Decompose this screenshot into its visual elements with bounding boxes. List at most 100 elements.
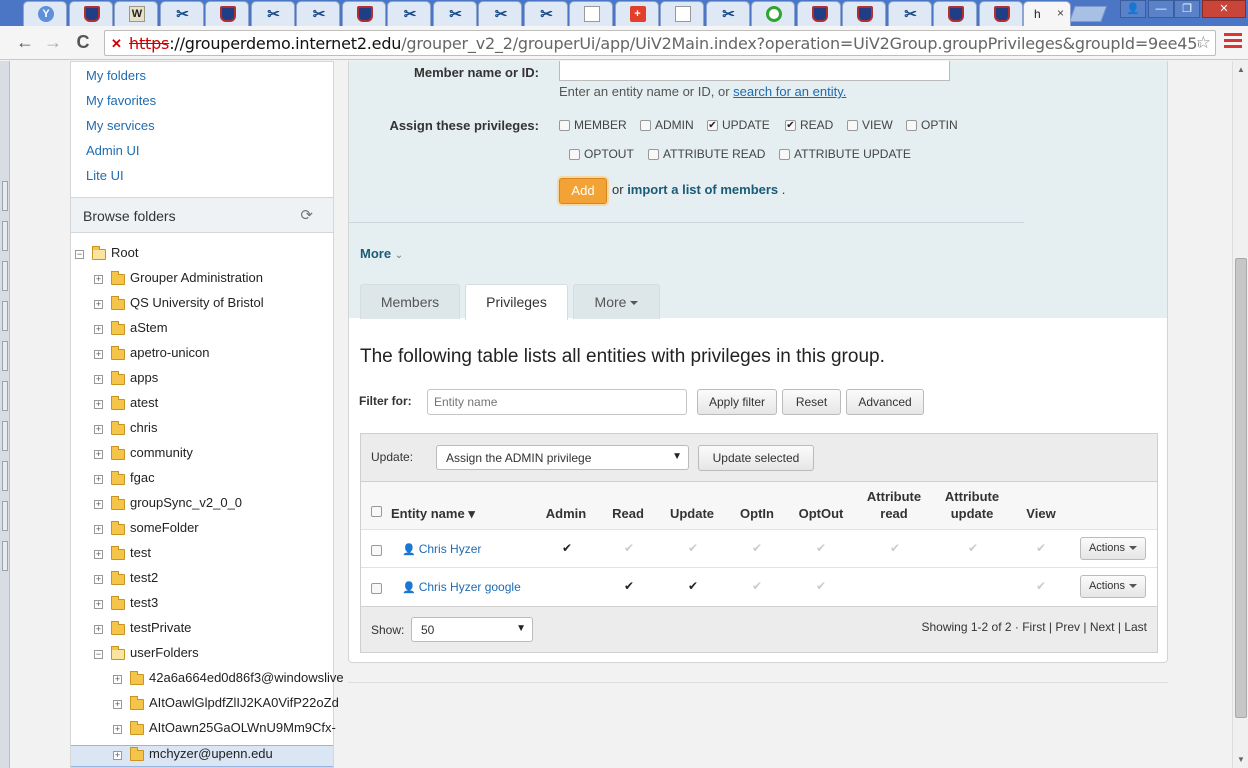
privilege-checkbox-view[interactable]: [847, 120, 858, 131]
scrollbar-thumb[interactable]: [1235, 258, 1247, 718]
tree-node-label[interactable]: atest: [130, 395, 158, 410]
expand-icon[interactable]: +: [94, 325, 103, 334]
actions-button[interactable]: Actions: [1080, 537, 1146, 560]
url-text[interactable]: https://grouperdemo.internet2.edu/groupe…: [129, 34, 1199, 53]
add-button[interactable]: Add: [559, 178, 607, 204]
expand-icon[interactable]: +: [94, 550, 103, 559]
tree-node-label[interactable]: groupSync_v2_0_0: [130, 495, 242, 510]
tree-node[interactable]: + fgac: [71, 470, 333, 492]
profile-icon[interactable]: 👤: [1120, 0, 1146, 18]
maximize-button[interactable]: ❐: [1174, 0, 1200, 18]
scroll-up-icon[interactable]: ▲: [1237, 65, 1245, 74]
reset-button[interactable]: Reset: [782, 389, 841, 415]
minimize-button[interactable]: —: [1148, 0, 1174, 18]
tree-node[interactable]: + AItOawlGlpdfZlIJ2KA0VifP22oZd: [71, 695, 339, 717]
browser-tab[interactable]: ✂: [523, 1, 568, 26]
browser-tab[interactable]: ✂: [159, 1, 204, 26]
tree-node-label[interactable]: community: [130, 445, 193, 460]
tree-node[interactable]: + Grouper Administration: [71, 270, 333, 292]
tree-node[interactable]: − Root: [71, 245, 333, 267]
browser-tab[interactable]: ✂: [887, 1, 932, 26]
update-privilege-select[interactable]: Assign the ADMIN privilege ▼: [436, 445, 689, 470]
entity-link[interactable]: 👤 Chris Hyzer: [402, 542, 481, 556]
tree-node[interactable]: + chris: [71, 420, 333, 442]
expand-icon[interactable]: +: [94, 350, 103, 359]
tree-node-label[interactable]: Grouper Administration: [130, 270, 263, 285]
privilege-checkbox-optout[interactable]: [569, 149, 580, 160]
expand-icon[interactable]: +: [94, 625, 103, 634]
tree-node-label[interactable]: fgac: [130, 470, 155, 485]
tree-node-label[interactable]: userFolders: [130, 645, 199, 660]
expand-icon[interactable]: +: [94, 425, 103, 434]
quick-link-my-folders[interactable]: My folders: [86, 68, 146, 83]
privilege-checkbox-optin[interactable]: [906, 120, 917, 131]
tree-node-label[interactable]: aStem: [130, 320, 168, 335]
privilege-checkbox-update[interactable]: ✔: [707, 120, 718, 131]
advanced-button[interactable]: Advanced: [846, 389, 924, 415]
tree-node-label[interactable]: mchyzer@upenn.edu: [149, 746, 273, 761]
tree-node-label[interactable]: chris: [130, 420, 157, 435]
tree-node[interactable]: + test2: [71, 570, 333, 592]
browser-tab[interactable]: ✂: [432, 1, 477, 26]
expand-icon[interactable]: +: [94, 400, 103, 409]
last-page-link[interactable]: Last: [1124, 620, 1147, 634]
actions-button[interactable]: Actions: [1080, 575, 1146, 598]
quick-link-admin-ui[interactable]: Admin UI: [86, 143, 139, 158]
tab-members[interactable]: Members: [360, 284, 460, 319]
first-page-link[interactable]: First: [1022, 620, 1045, 634]
privilege-checkbox-member[interactable]: [559, 120, 570, 131]
tree-node[interactable]: + groupSync_v2_0_0: [71, 495, 333, 517]
privilege-checkbox-admin[interactable]: [640, 120, 651, 131]
browser-tab[interactable]: ✂: [387, 1, 431, 26]
expand-icon[interactable]: +: [94, 600, 103, 609]
close-tab-icon[interactable]: ×: [1057, 6, 1064, 20]
browser-tab[interactable]: [796, 1, 841, 26]
bookmark-star-icon[interactable]: ☆: [1196, 33, 1211, 53]
tree-node-label[interactable]: test: [130, 545, 151, 560]
search-entity-link[interactable]: search for an entity.: [733, 84, 846, 99]
privilege-checkbox-attribute-update[interactable]: [779, 149, 790, 160]
tree-node-label[interactable]: test3: [130, 595, 158, 610]
privilege-checkbox-read[interactable]: ✔: [785, 120, 796, 131]
tree-node[interactable]: + test: [71, 545, 333, 567]
tree-node[interactable]: + community: [71, 445, 333, 467]
next-page-link[interactable]: Next: [1090, 620, 1115, 634]
browser-tab[interactable]: ✂: [296, 1, 340, 26]
browser-tab[interactable]: [978, 1, 1023, 26]
expand-icon[interactable]: +: [113, 675, 122, 684]
tree-node-label[interactable]: someFolder: [130, 520, 199, 535]
tree-node-label[interactable]: apetro-unicon: [130, 345, 210, 360]
expand-icon[interactable]: +: [94, 300, 103, 309]
import-members-link[interactable]: import a list of members: [627, 182, 778, 197]
browser-tab[interactable]: ✂: [250, 1, 295, 26]
page-size-select[interactable]: 50 ▼: [411, 617, 533, 642]
more-toggle[interactable]: More ⌄: [360, 246, 403, 261]
browser-tab[interactable]: [569, 1, 613, 26]
tree-node-label[interactable]: AItOawn25GaOLWnU9Mm9Cfx-: [149, 720, 336, 735]
address-bar[interactable]: ✕ https://grouperdemo.internet2.edu/grou…: [104, 30, 1216, 56]
expand-icon[interactable]: +: [94, 575, 103, 584]
browser-menu-icon[interactable]: [1224, 33, 1242, 51]
expand-icon[interactable]: +: [94, 450, 103, 459]
select-all-checkbox[interactable]: [371, 506, 382, 517]
tree-node[interactable]: + someFolder: [71, 520, 333, 542]
scroll-down-icon[interactable]: ▼: [1237, 755, 1245, 764]
collapse-icon[interactable]: −: [75, 250, 84, 259]
tree-node[interactable]: + testPrivate: [71, 620, 333, 642]
entity-link[interactable]: 👤 Chris Hyzer google: [402, 580, 521, 594]
browser-tab-active[interactable]: h ×: [1023, 1, 1071, 26]
update-selected-button[interactable]: Update selected: [698, 445, 814, 471]
tree-node-label[interactable]: testPrivate: [130, 620, 191, 635]
tree-node-label[interactable]: apps: [130, 370, 158, 385]
row-select-checkbox[interactable]: [371, 545, 382, 556]
tree-node[interactable]: + AItOawn25GaOLWnU9Mm9Cfx-: [71, 720, 336, 742]
close-window-button[interactable]: ✕: [1202, 0, 1246, 18]
tree-node[interactable]: +42a6a664ed0d86f3@windowslive: [71, 670, 344, 692]
forward-button[interactable]: →: [42, 31, 64, 53]
browser-tab[interactable]: [68, 1, 113, 26]
tree-node[interactable]: + mchyzer@upenn.edu: [71, 745, 333, 767]
tree-node[interactable]: + QS University of Bristol: [71, 295, 333, 317]
page-scrollbar[interactable]: ▲ ▼: [1232, 61, 1248, 768]
browser-tab[interactable]: ✂: [705, 1, 750, 26]
reload-button[interactable]: C: [72, 31, 94, 53]
